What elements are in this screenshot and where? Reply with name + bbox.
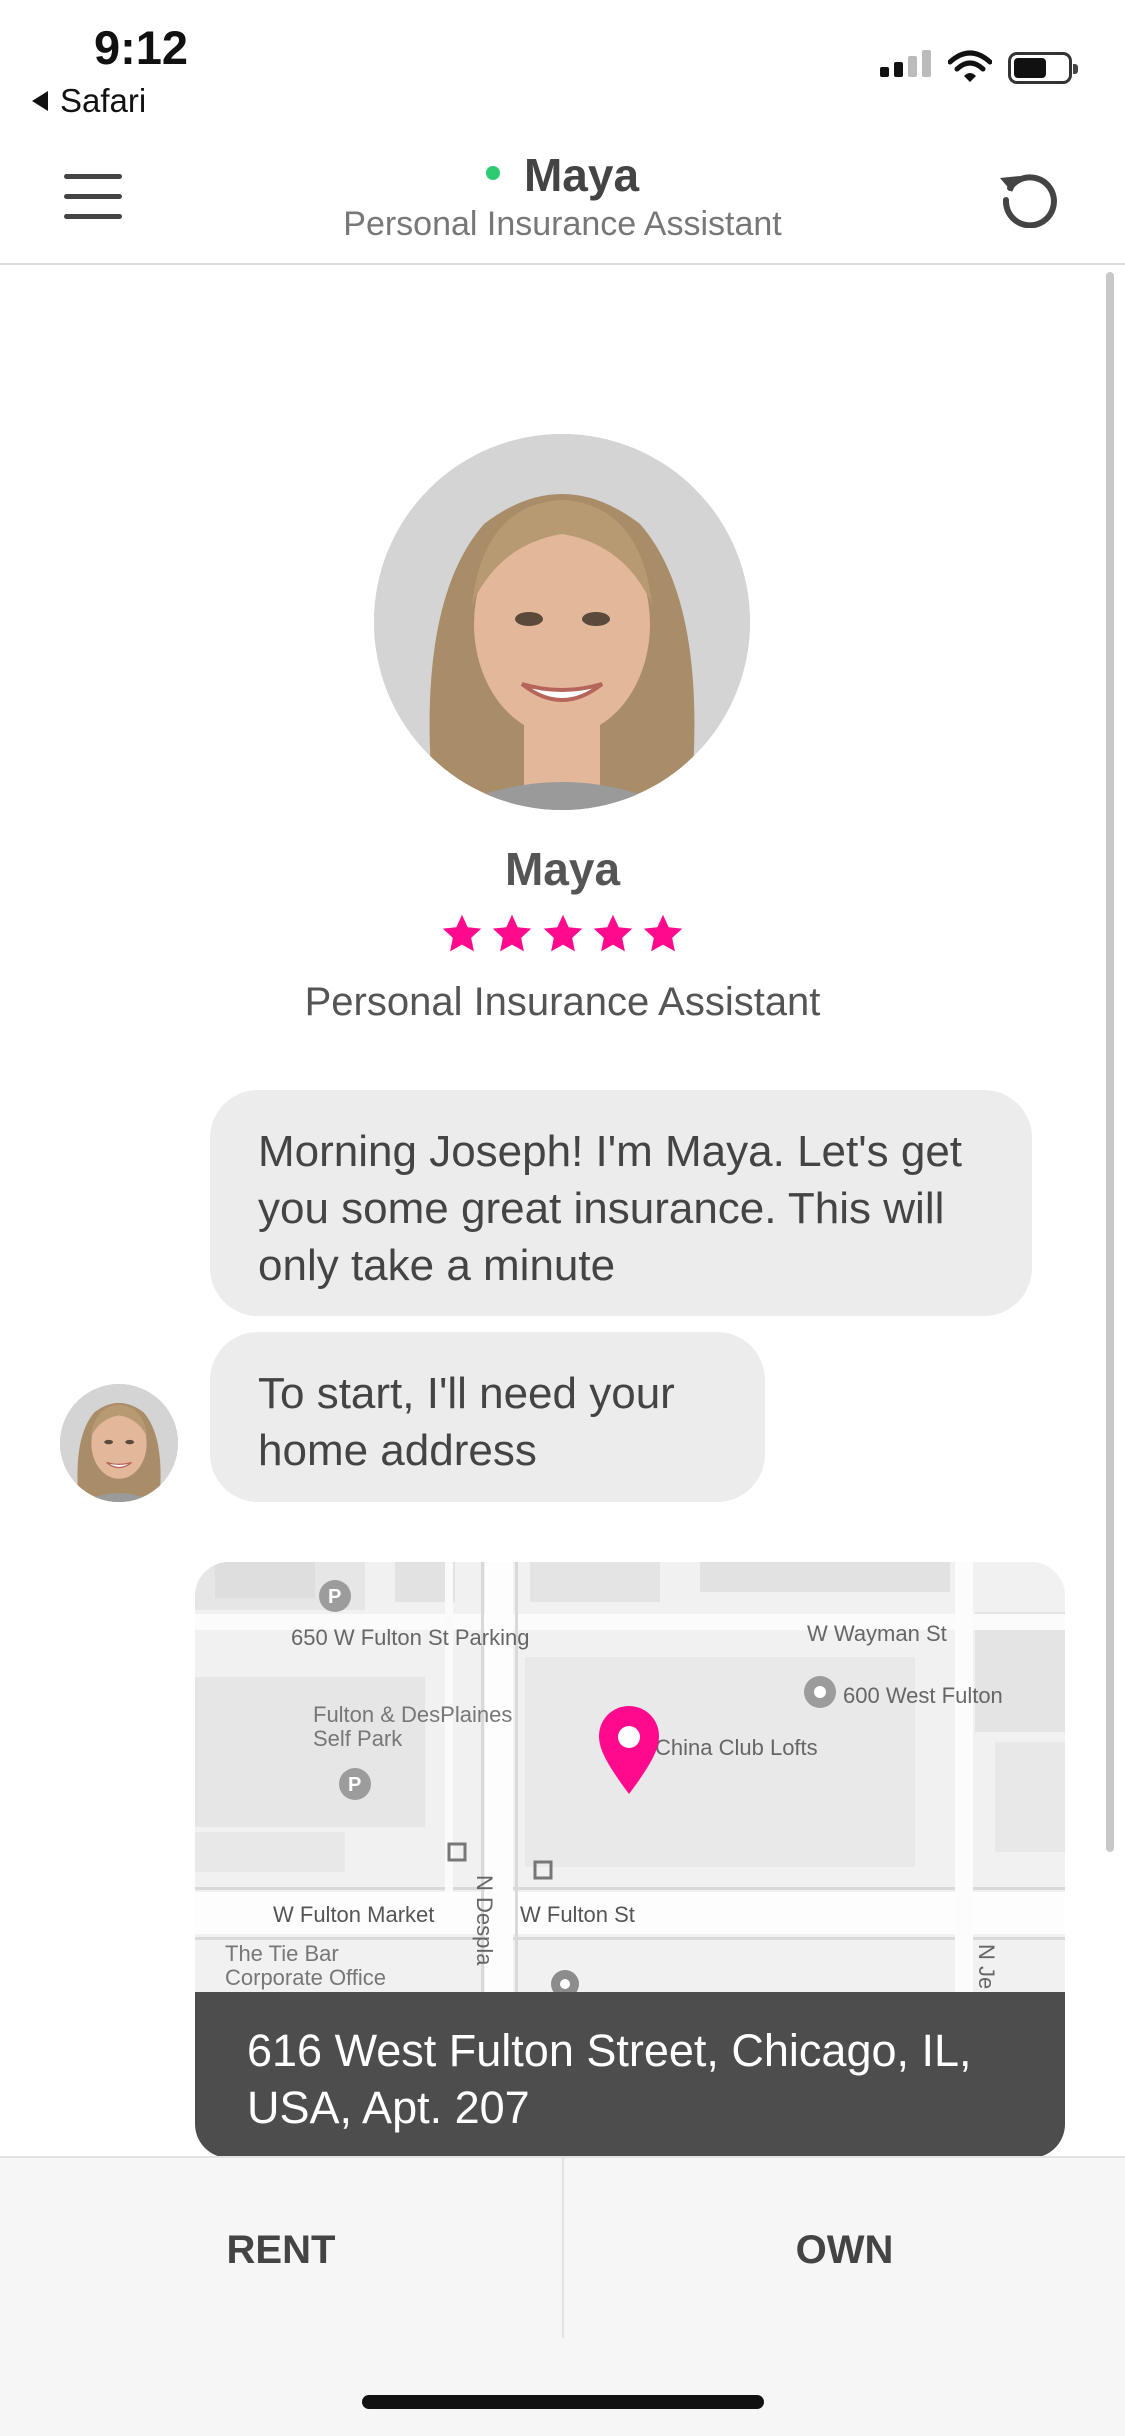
scrollbar[interactable] (1106, 272, 1114, 1852)
refresh-icon[interactable] (996, 164, 1060, 228)
back-arrow-icon (32, 91, 48, 111)
chat-message: Morning Joseph! I'm Maya. Let's get you … (210, 1090, 1032, 1316)
map-label: W Fulton Market (273, 1902, 434, 1927)
map-label: China Club Lofts (655, 1735, 818, 1760)
star-icon (543, 914, 582, 952)
map-label: N Je (974, 1944, 999, 1989)
back-app-label: Safari (60, 82, 147, 119)
online-status-dot (485, 165, 500, 180)
svg-text:P: P (328, 1586, 341, 1608)
star-icon (643, 914, 683, 952)
assistant-name: Maya (504, 843, 621, 895)
status-time: 9:12 (94, 21, 189, 74)
answer-options: RENT OWN (0, 2156, 1125, 2344)
rating-stars (440, 912, 685, 960)
assistant-avatar (374, 434, 750, 810)
star-icon (493, 914, 532, 952)
address-map-card[interactable]: P P 650 W Fulton St Parking W Wayman St … (195, 1562, 1065, 2158)
map-label: Self Park (313, 1726, 403, 1751)
header-title: Maya (0, 148, 1125, 202)
map-view[interactable]: P P 650 W Fulton St Parking W Wayman St … (195, 1562, 1065, 2002)
assistant-role: Personal Insurance Assistant (304, 980, 821, 1024)
bottom-safe-area (0, 2342, 1125, 2436)
battery-icon (1008, 52, 1078, 84)
rent-button[interactable]: RENT (0, 2158, 562, 2342)
map-label: 650 W Fulton St Parking (291, 1625, 529, 1650)
svg-text:P: P (348, 1774, 361, 1796)
map-label: W Fulton St (520, 1902, 635, 1927)
assistant-small-avatar (60, 1384, 178, 1502)
map-label: Corporate Office (225, 1965, 386, 1990)
map-label: 600 West Fulton (843, 1683, 1003, 1708)
header-subtitle: Personal Insurance Assistant (343, 205, 782, 243)
map-label: W Wayman St (807, 1621, 947, 1646)
header-divider (0, 263, 1125, 265)
back-to-safari-link[interactable]: Safari (32, 82, 146, 120)
home-indicator[interactable] (362, 2395, 764, 2409)
header-title-text: Maya (523, 149, 640, 201)
star-icon (593, 914, 632, 952)
selected-address: 616 West Fulton Street, Chicago, IL, USA… (195, 1992, 1065, 2158)
chat-message: To start, I'll need your home address (210, 1332, 765, 1502)
star-icon (442, 914, 482, 952)
own-button[interactable]: OWN (564, 2158, 1125, 2342)
cellular-signal-icon (880, 50, 931, 77)
map-label: The Tie Bar (225, 1941, 339, 1966)
wifi-icon (948, 50, 992, 82)
map-label: N Despla (472, 1875, 497, 1966)
map-label: Fulton & DesPlaines (313, 1702, 512, 1727)
